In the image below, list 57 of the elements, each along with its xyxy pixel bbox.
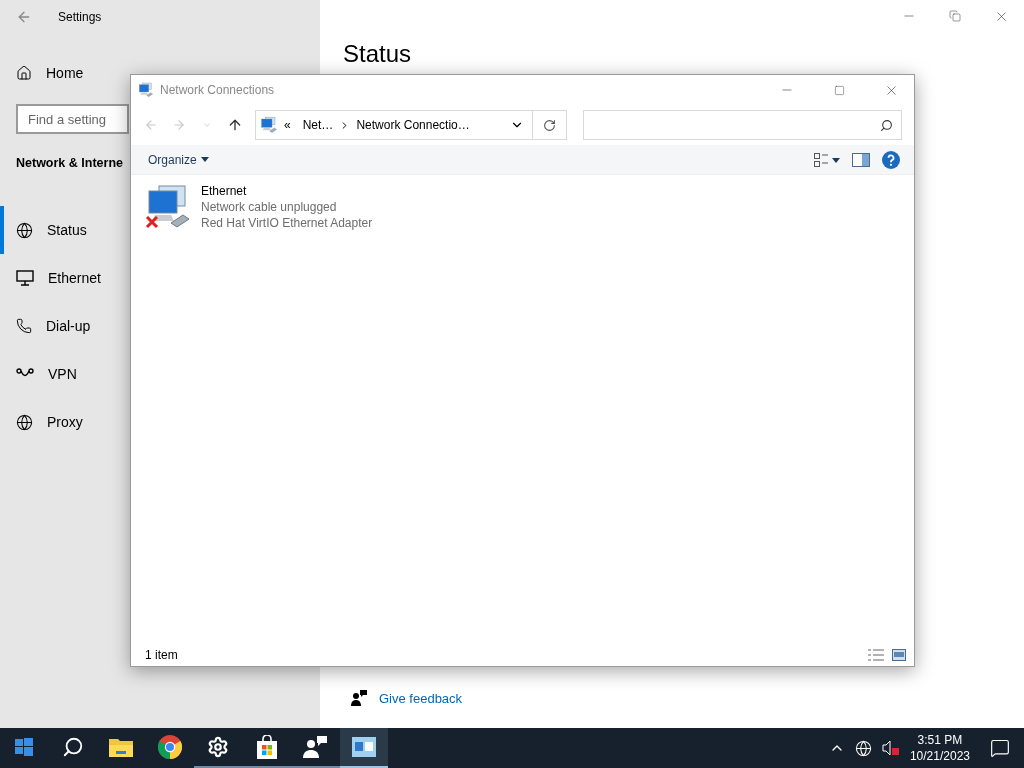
breadcrumb[interactable]: Network Connectio…: [356, 118, 470, 132]
item-name: Ethernet: [201, 183, 248, 199]
nav-item[interactable]: Status: [0, 206, 93, 254]
connection-item[interactable]: Ethernet Network cable unplugged Red Hat VirtIO Ethernet Adapter: [145, 183, 405, 231]
globe-icon: [16, 221, 33, 239]
chrome-icon: [157, 735, 182, 759]
folder-icon: [109, 737, 134, 757]
person-speech-icon: [351, 690, 367, 706]
section-heading: Network & Interne: [16, 156, 123, 172]
windows-logo-icon: [15, 738, 34, 756]
shopping-bag-icon: [255, 735, 278, 759]
chevron-down-icon: [202, 120, 212, 130]
home-icon: [16, 65, 32, 81]
breadcrumb[interactable]: Net…: [302, 118, 334, 132]
globe-icon: [854, 739, 872, 757]
details-view-button[interactable]: [868, 649, 884, 661]
phone-icon: [16, 318, 32, 334]
gear-icon: [207, 736, 230, 758]
address-bar[interactable]: « Net… Network Connectio…: [255, 110, 567, 140]
nav-item[interactable]: Dial-up: [0, 302, 97, 350]
help-button[interactable]: [882, 150, 900, 169]
window-title: Network Connections: [160, 83, 276, 97]
home-link[interactable]: Home: [46, 65, 84, 81]
monitor-icon: [16, 270, 34, 286]
forward-arrow-icon: [172, 118, 186, 132]
item-count: 1 item: [145, 648, 178, 662]
item-status: Network cable unplugged: [201, 199, 338, 215]
muted-speaker-icon: [881, 740, 900, 756]
preview-pane-button[interactable]: [852, 152, 870, 167]
search-icon: [61, 736, 84, 758]
up-arrow-icon: [227, 117, 243, 133]
refresh-icon: [543, 118, 556, 132]
maximize-icon: [833, 84, 845, 96]
globe-icon: [16, 413, 33, 431]
organize-button[interactable]: Organize: [148, 152, 209, 167]
caret-icon: [200, 157, 209, 162]
nav-item[interactable]: VPN: [0, 350, 83, 398]
control-panel-icon: [351, 737, 376, 757]
back-arrow-icon: [144, 118, 158, 132]
nav-item[interactable]: Ethernet: [0, 254, 107, 302]
page-title: Status: [343, 40, 412, 68]
window-title: Settings: [58, 10, 102, 24]
restore-icon: [949, 10, 961, 22]
back-arrow-icon: [16, 9, 32, 25]
nav-item[interactable]: Proxy: [0, 398, 89, 446]
clock[interactable]: 3:51 PM 10/21/2023: [909, 732, 970, 764]
taskbar-button[interactable]: [339, 728, 388, 768]
search-field[interactable]: Find a setting: [16, 104, 129, 134]
network-icon: [138, 82, 154, 98]
feedback-link[interactable]: Give feedback: [379, 690, 463, 706]
network-icon: [260, 116, 278, 134]
search-icon: [880, 118, 893, 132]
item-device: Red Hat VirtIO Ethernet Adapter: [201, 215, 373, 231]
view-options-button[interactable]: [814, 152, 840, 167]
large-icons-button[interactable]: [892, 649, 906, 661]
person-speech-icon: [303, 736, 328, 758]
notifications-icon: [990, 738, 1010, 758]
